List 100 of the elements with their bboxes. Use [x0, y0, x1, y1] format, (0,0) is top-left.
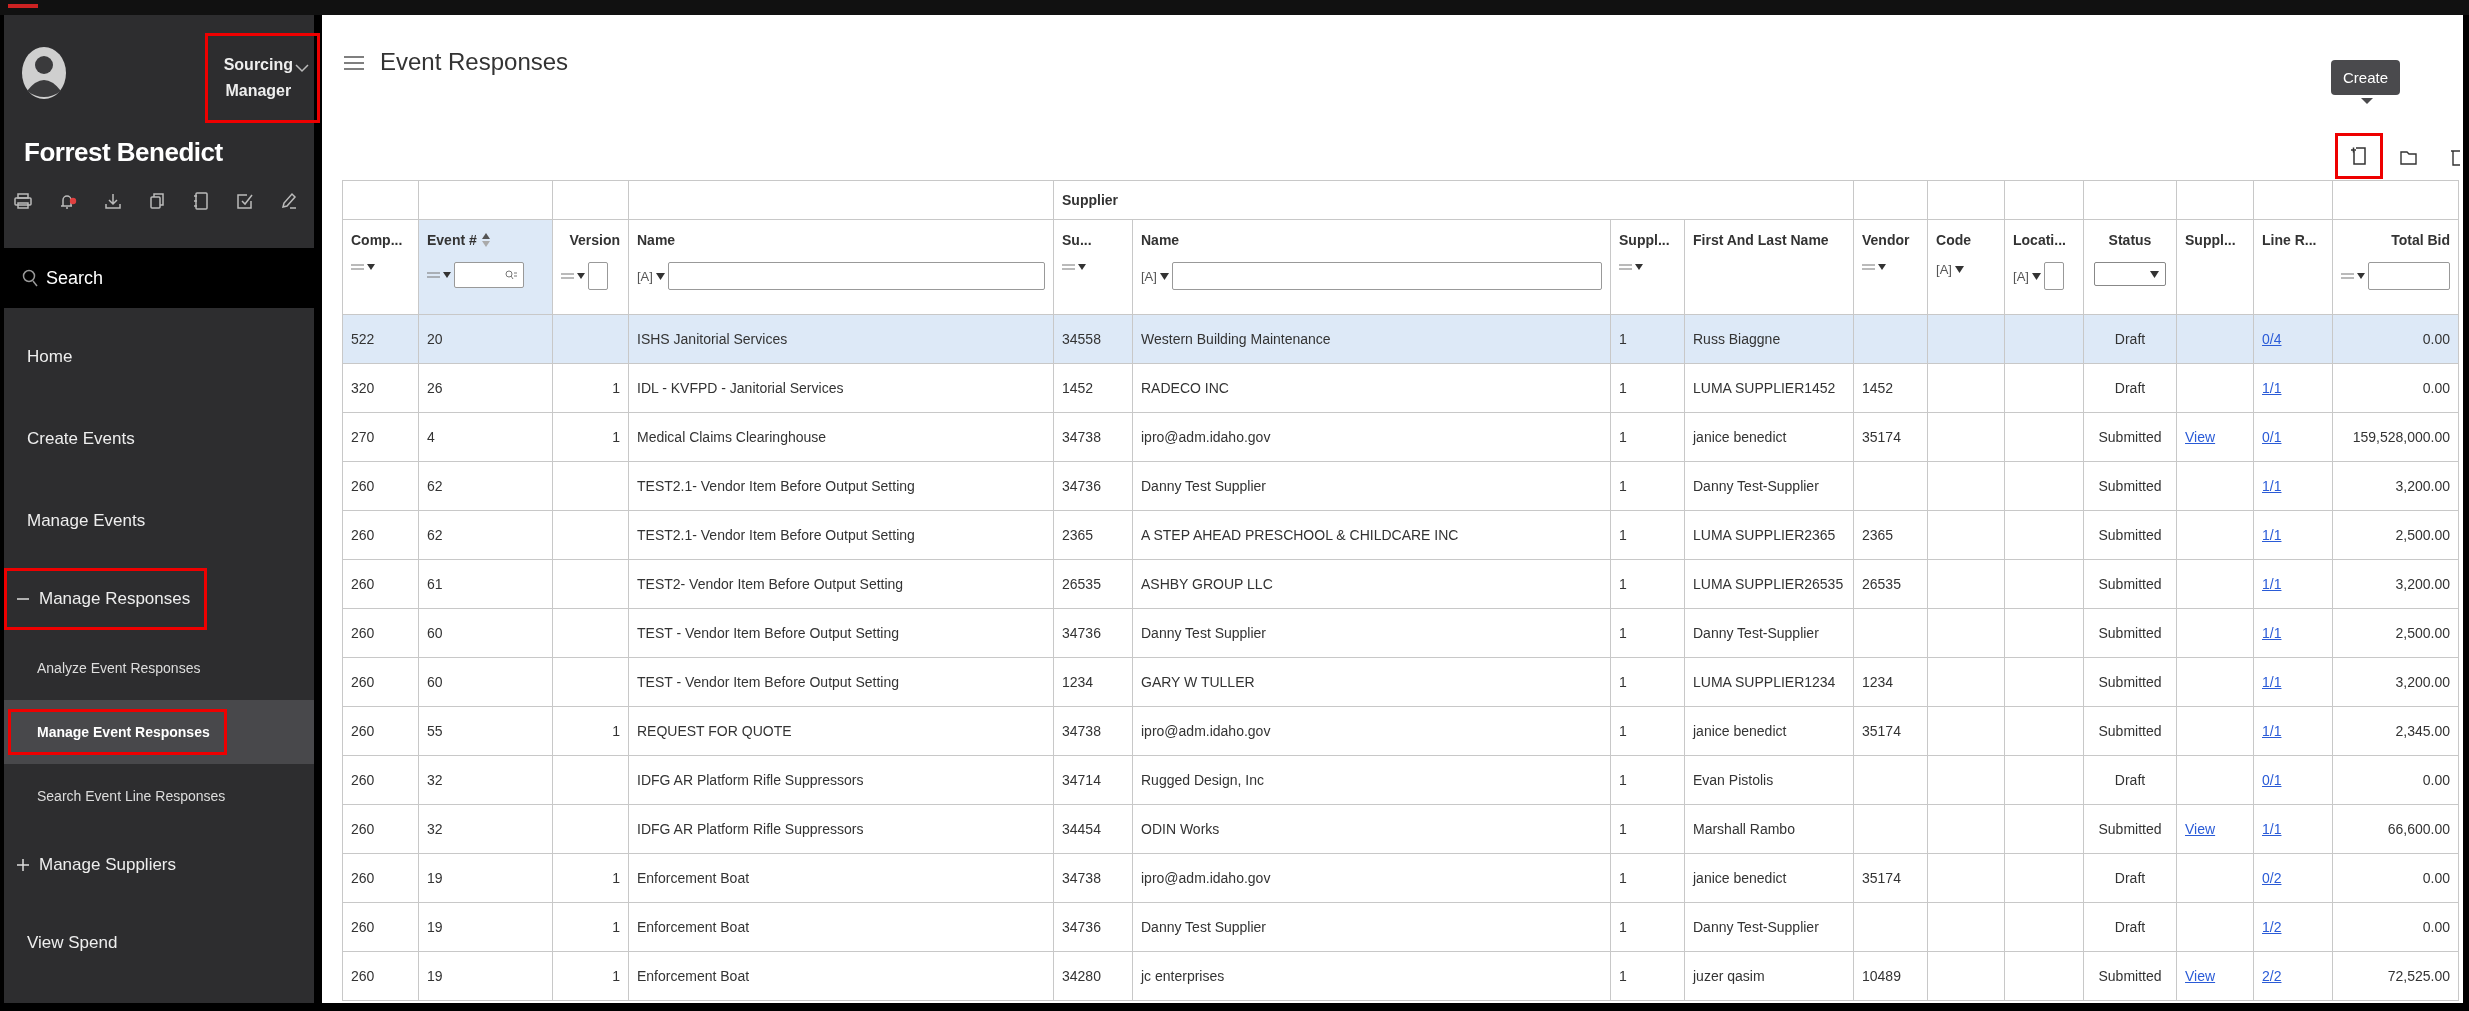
- notebook-icon[interactable]: [192, 192, 210, 210]
- filter-operator-icon[interactable]: [351, 262, 375, 272]
- filter-operator-icon[interactable]: [561, 271, 585, 281]
- search-field[interactable]: Search: [4, 248, 314, 308]
- table-cell: 1: [612, 723, 620, 739]
- table-link[interactable]: 1/1: [2262, 674, 2282, 690]
- nav-item[interactable]: Manage Events: [4, 486, 163, 556]
- nav-item[interactable]: Create Events: [4, 404, 152, 474]
- column-header[interactable]: Suppl...: [2185, 232, 2236, 248]
- table-cell: 2,500.00: [2395, 625, 2450, 641]
- table-link[interactable]: 1/1: [2262, 527, 2282, 543]
- column-header[interactable]: Vendor: [1862, 232, 1910, 248]
- table-link[interactable]: 1/2: [2262, 919, 2282, 935]
- table-cell: 32: [427, 772, 443, 788]
- table-link[interactable]: 1/1: [2262, 625, 2282, 641]
- checkbox-icon[interactable]: [236, 192, 254, 210]
- table-cell: 260: [351, 527, 375, 543]
- bell-icon[interactable]: [58, 192, 78, 210]
- nav-group[interactable]: Manage Responses: [4, 568, 208, 630]
- nav-item[interactable]: Home: [4, 322, 90, 392]
- table-cell: 1234: [1062, 674, 1094, 690]
- table-link[interactable]: 0/1: [2262, 429, 2282, 445]
- table-cell: 320: [351, 380, 375, 396]
- table-link[interactable]: 2/2: [2262, 968, 2282, 984]
- column-header[interactable]: Comp...: [351, 232, 403, 248]
- table-cell: Danny Test-Supplier: [1693, 478, 1819, 494]
- create-button[interactable]: [2335, 133, 2383, 179]
- table-cell: 260: [351, 674, 375, 690]
- table-link[interactable]: 0/1: [2262, 772, 2282, 788]
- column-header[interactable]: Line R...: [2262, 232, 2317, 248]
- filter-operator-icon[interactable]: [1619, 262, 1643, 272]
- table-cell: IDFG AR Platform Rifle Suppressors: [637, 772, 864, 788]
- table-link[interactable]: 1/1: [2262, 576, 2282, 592]
- table-cell: 34280: [1062, 968, 1101, 984]
- column-header[interactable]: Name: [637, 232, 676, 248]
- table-cell: 1: [1619, 478, 1627, 494]
- table-cell: 1: [1619, 625, 1627, 641]
- role-switcher[interactable]: Sourcing Manager: [204, 33, 320, 123]
- filter-field[interactable]: [588, 262, 608, 290]
- column-header[interactable]: Status: [2108, 232, 2152, 248]
- column-header[interactable]: Code: [1936, 232, 1971, 248]
- table-link[interactable]: View: [2185, 821, 2216, 837]
- download-icon[interactable]: [104, 192, 122, 210]
- table-link[interactable]: 1/1: [2262, 723, 2282, 739]
- filter-field[interactable]: [667, 262, 1045, 290]
- table-cell: 19: [427, 919, 443, 935]
- filter-field[interactable]: [2368, 262, 2450, 290]
- table-cell: LUMA SUPPLIER26535: [1693, 576, 1844, 592]
- table-cell: 35174: [1862, 429, 1901, 445]
- table-cell: Submitted: [2098, 821, 2162, 837]
- menu-icon[interactable]: [344, 55, 364, 71]
- copy-icon[interactable]: [148, 192, 166, 210]
- column-header[interactable]: Total Bid: [2391, 232, 2450, 248]
- column-header[interactable]: First And Last Name: [1693, 232, 1829, 248]
- filter-operator-icon[interactable]: [1862, 262, 1886, 272]
- table-cell: 1: [1619, 919, 1627, 935]
- text-match-selector[interactable]: [A]: [2013, 268, 2041, 284]
- filter-field[interactable]: [1171, 262, 1602, 290]
- table-cell: 2,345.00: [2395, 723, 2450, 739]
- column-header[interactable]: Locati...: [2013, 232, 2066, 248]
- filter-operator-icon[interactable]: [427, 270, 451, 280]
- column-header[interactable]: Event #: [427, 232, 477, 248]
- column-header[interactable]: Su...: [1062, 232, 1092, 248]
- pencil-icon[interactable]: [280, 192, 298, 210]
- text-match-selector[interactable]: [A]: [1936, 262, 1964, 277]
- text-match-selector[interactable]: [A]: [1141, 268, 1169, 284]
- table-link[interactable]: 1/1: [2262, 821, 2282, 837]
- table-cell: janice benedict: [1693, 429, 1787, 445]
- text-match-selector[interactable]: [A]: [637, 268, 665, 284]
- user-name: Forrest Benedict: [23, 136, 224, 168]
- table-link[interactable]: 0/2: [2262, 870, 2282, 886]
- nav-subitem[interactable]: Analyze Event Responses: [8, 645, 218, 691]
- filter-field[interactable]: [2043, 262, 2064, 290]
- filter-field[interactable]: [454, 262, 524, 288]
- nav-subitem[interactable]: Search Event Line Responses: [8, 773, 243, 819]
- table-link[interactable]: 0/4: [2262, 331, 2282, 347]
- caret-icon: [655, 272, 665, 280]
- table-link[interactable]: 1/1: [2262, 478, 2282, 494]
- search-icon: [22, 269, 38, 287]
- table-cell: Draft: [2114, 919, 2146, 935]
- table-link[interactable]: View: [2185, 429, 2216, 445]
- table-cell: 2365: [1862, 527, 1894, 543]
- nav-subitem[interactable]: Manage Event Responses: [8, 709, 227, 755]
- nav-group[interactable]: Manage Suppliers: [4, 834, 194, 896]
- table-cell: 1452: [1862, 380, 1894, 396]
- sort-icon[interactable]: [480, 232, 491, 248]
- table-link[interactable]: 1/1: [2262, 380, 2282, 396]
- filter-operator-icon[interactable]: [1062, 262, 1086, 272]
- table-link[interactable]: View: [2185, 968, 2216, 984]
- table-cell: Western Building Maintenance: [1141, 331, 1331, 347]
- table-cell: 19: [427, 870, 443, 886]
- column-header[interactable]: Suppl...: [1619, 232, 1670, 248]
- filter-operator-icon[interactable]: [2341, 271, 2365, 281]
- table-cell: ISHS Janitorial Services: [637, 331, 788, 347]
- status-dropdown[interactable]: [2094, 262, 2166, 286]
- table-cell: 35174: [1862, 723, 1901, 739]
- printer-icon[interactable]: [14, 192, 32, 210]
- column-header[interactable]: Name: [1141, 232, 1180, 248]
- nav-item[interactable]: View Spend: [4, 908, 135, 978]
- column-header[interactable]: Version: [569, 232, 620, 248]
